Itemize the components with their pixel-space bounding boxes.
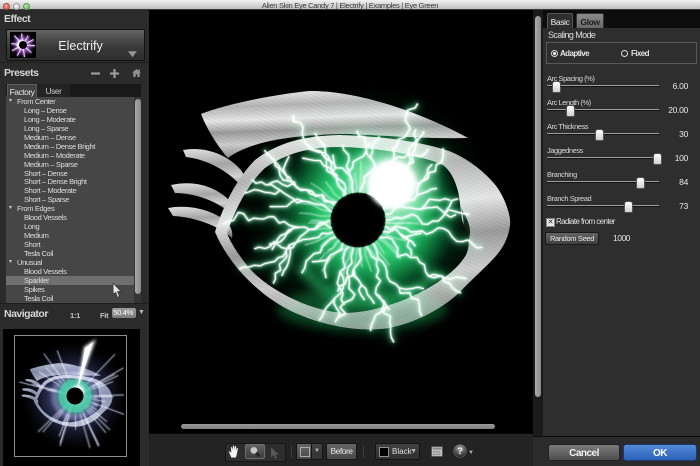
svg-text:?: ? [457, 446, 463, 457]
